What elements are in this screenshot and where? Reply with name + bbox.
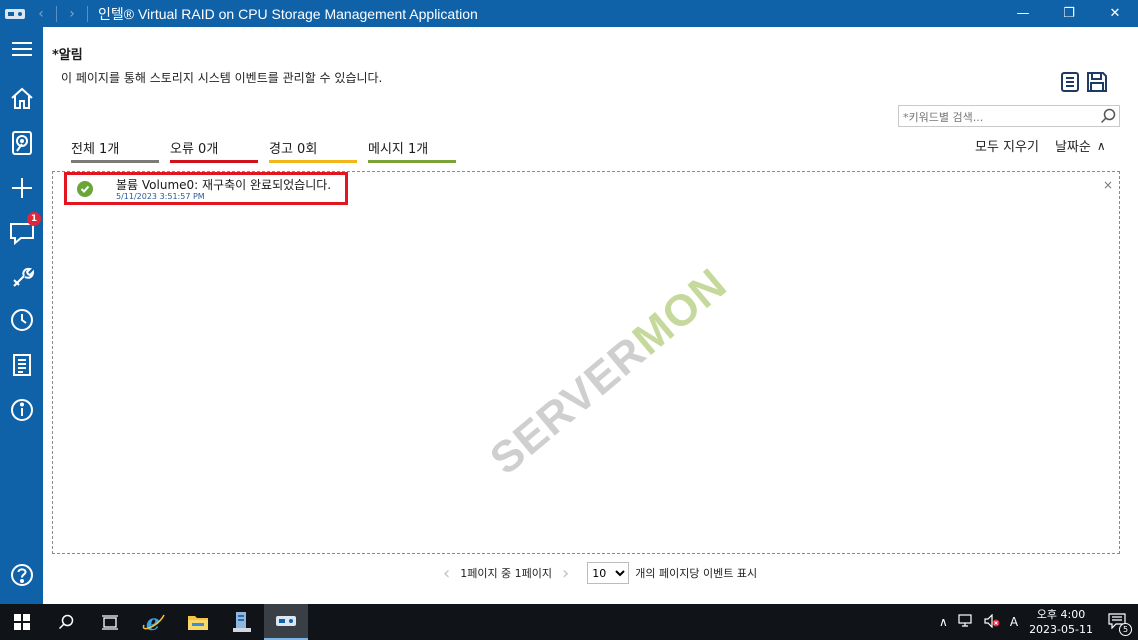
report-icon[interactable] bbox=[1060, 71, 1080, 97]
pagination: ‹ 1페이지 중 1페이지 › 10 개의 페이지당 이벤트 표시 bbox=[433, 562, 757, 584]
nav-separator bbox=[56, 5, 57, 22]
plus-icon[interactable] bbox=[0, 171, 43, 205]
help-icon[interactable] bbox=[0, 558, 43, 592]
app-logo-icon bbox=[0, 0, 30, 27]
chevron-up-icon: ∧ bbox=[1096, 138, 1106, 153]
success-check-icon bbox=[77, 181, 93, 197]
clock-time: 오후 4:00 bbox=[1036, 608, 1086, 621]
notification-center-icon[interactable]: 5 bbox=[1108, 612, 1132, 636]
clock-date: 2023-05-11 bbox=[1029, 623, 1093, 636]
back-button[interactable]: ‹ bbox=[30, 0, 52, 27]
window-title: 인텔® Virtual RAID on CPU Storage Manageme… bbox=[98, 5, 478, 22]
dismiss-alert-icon[interactable]: × bbox=[1103, 178, 1113, 192]
ime-indicator[interactable]: A bbox=[1010, 615, 1018, 629]
task-view-icon[interactable] bbox=[88, 604, 132, 640]
clear-all-button[interactable]: 모두 지우기 bbox=[975, 136, 1039, 155]
clock[interactable]: 오후 4:00 2023-05-11 bbox=[1029, 607, 1093, 637]
tab-warnings-label: 경고 0회 bbox=[269, 142, 318, 157]
minimize-button[interactable]: — bbox=[1000, 0, 1046, 27]
watermark: SERVERMON bbox=[481, 259, 737, 485]
per-page-select[interactable]: 10 bbox=[587, 562, 630, 584]
title-bar: ‹ › 인텔® Virtual RAID on CPU Storage Mana… bbox=[0, 0, 1138, 27]
chevron-up-icon[interactable]: ∧ bbox=[939, 615, 948, 629]
tab-warnings-bar bbox=[269, 160, 357, 163]
alert-timestamp: 5/11/2023 3:51:57 PM bbox=[116, 192, 205, 201]
home-icon[interactable] bbox=[0, 81, 43, 115]
ie-icon[interactable]: e bbox=[132, 604, 176, 640]
forward-button[interactable]: › bbox=[61, 0, 83, 27]
start-icon[interactable] bbox=[0, 604, 44, 640]
prev-page-button[interactable]: ‹ bbox=[443, 563, 450, 584]
search-box bbox=[898, 105, 1120, 128]
save-icon[interactable] bbox=[1086, 71, 1108, 97]
filter-tabs: 전체 1개 오류 0개 경고 0회 메시지 1개 bbox=[69, 138, 465, 163]
taskbar: e ∧ A 오후 4:00 2023-05-11 5 bbox=[0, 604, 1138, 640]
network-icon[interactable] bbox=[958, 613, 974, 631]
maximize-button[interactable]: ❐ bbox=[1046, 0, 1092, 27]
tab-messages[interactable]: 메시지 1개 bbox=[366, 138, 456, 163]
next-page-button[interactable]: › bbox=[562, 563, 569, 584]
page-title: *알림 bbox=[52, 48, 83, 63]
nav-separator bbox=[87, 5, 88, 22]
hamburger-icon[interactable] bbox=[0, 32, 43, 66]
chat-icon[interactable]: 1 bbox=[0, 212, 43, 250]
search-icon[interactable] bbox=[1100, 108, 1116, 128]
disk-icon[interactable] bbox=[0, 126, 43, 160]
alerts-badge: 1 bbox=[27, 212, 41, 226]
tab-warnings[interactable]: 경고 0회 bbox=[267, 138, 357, 163]
tab-messages-label: 메시지 1개 bbox=[368, 142, 429, 157]
server-manager-icon[interactable] bbox=[220, 604, 264, 640]
raid-app-icon[interactable] bbox=[264, 604, 308, 640]
list-actions: 모두 지우기 날짜순 ∧ bbox=[975, 136, 1106, 156]
wrench-icon[interactable] bbox=[0, 261, 43, 295]
clock-icon[interactable] bbox=[0, 303, 43, 337]
search-input[interactable] bbox=[899, 107, 1095, 128]
tab-messages-bar bbox=[368, 160, 456, 163]
main-panel: *알림 이 페이지를 통해 스토리지 시스템 이벤트를 관리할 수 있습니다. … bbox=[43, 27, 1138, 604]
sidebar: 1 bbox=[0, 27, 43, 604]
window-controls: — ❐ ✕ bbox=[1000, 0, 1138, 27]
tab-all-bar bbox=[71, 160, 159, 163]
per-page-label: 개의 페이지당 이벤트 표시 bbox=[635, 567, 758, 580]
tab-errors-label: 오류 0개 bbox=[170, 142, 219, 157]
alert-list: SERVERMON 볼륨 Volume0: 재구축이 완료되었습니다. 5/11… bbox=[52, 171, 1120, 554]
info-icon[interactable] bbox=[0, 393, 43, 427]
document-icon[interactable] bbox=[0, 348, 43, 382]
volume-muted-icon[interactable] bbox=[984, 613, 1000, 631]
search-icon[interactable] bbox=[44, 604, 88, 640]
close-button[interactable]: ✕ bbox=[1092, 0, 1138, 27]
list-item[interactable]: 볼륨 Volume0: 재구축이 완료되었습니다. 5/11/2023 3:51… bbox=[64, 172, 348, 205]
system-tray: ∧ A 오후 4:00 2023-05-11 5 bbox=[934, 604, 1138, 640]
sort-label: 날짜순 bbox=[1054, 140, 1091, 155]
page-toolbar bbox=[1060, 71, 1108, 97]
file-explorer-icon[interactable] bbox=[176, 604, 220, 640]
tab-all[interactable]: 전체 1개 bbox=[69, 138, 159, 163]
tab-errors-bar bbox=[170, 160, 258, 163]
page-description: 이 페이지를 통해 스토리지 시스템 이벤트를 관리할 수 있습니다. bbox=[61, 71, 383, 85]
alert-message: 볼륨 Volume0: 재구축이 완료되었습니다. bbox=[116, 178, 332, 192]
page-info: 1페이지 중 1페이지 bbox=[460, 567, 553, 580]
tab-all-label: 전체 1개 bbox=[71, 142, 120, 157]
watermark-part1: SERVER bbox=[481, 326, 656, 485]
sort-by-date-button[interactable]: 날짜순 ∧ bbox=[1054, 136, 1106, 156]
tab-errors[interactable]: 오류 0개 bbox=[168, 138, 258, 163]
notification-count: 5 bbox=[1119, 622, 1132, 636]
